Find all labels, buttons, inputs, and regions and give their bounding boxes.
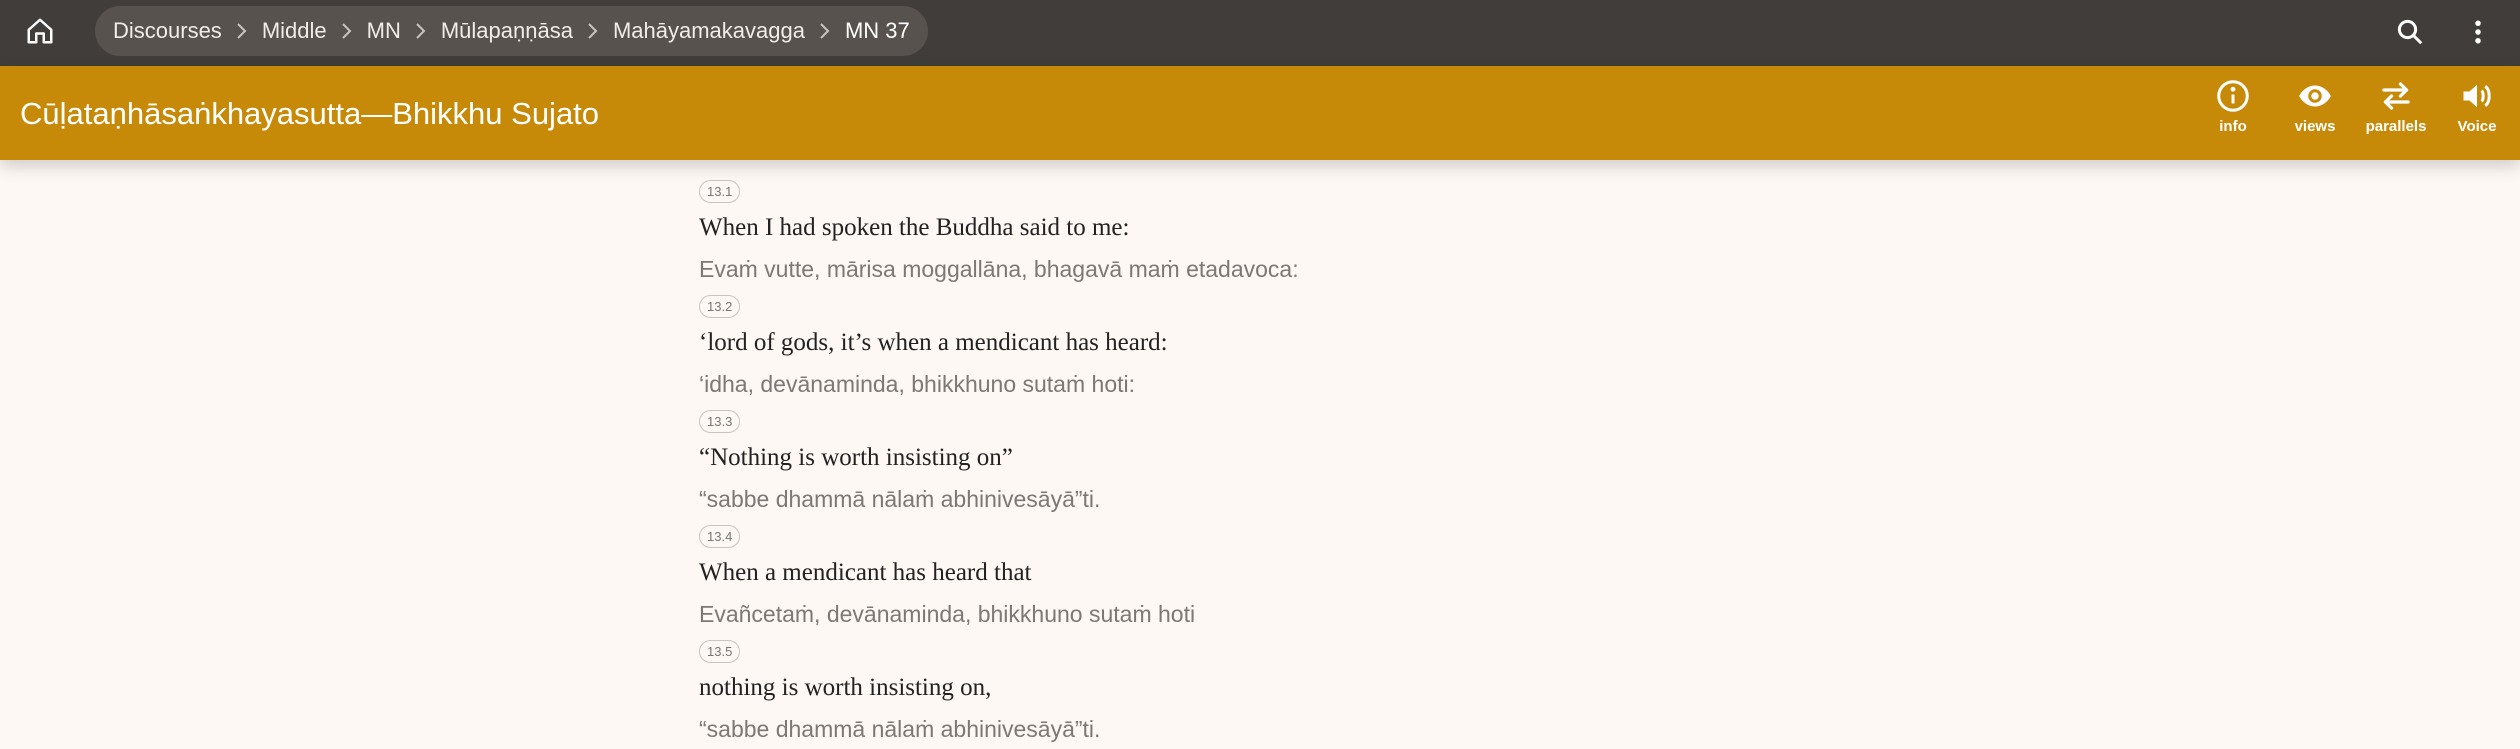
breadcrumb-discourses[interactable]: Discourses: [113, 18, 222, 44]
english-line: When a mendicant has heard that: [699, 559, 1032, 586]
pali-line: Evaṁ vutte, mārisa moggallāna, bhagavā m…: [699, 256, 1299, 282]
pali-line: “sabbe dhammā nālaṁ abhinivesāyā”ti.: [699, 486, 1101, 512]
segment: 13.5 nothing is worth insisting on, “sab…: [699, 640, 1599, 749]
more-vertical-icon[interactable]: [2456, 10, 2500, 54]
pali-line: ‘idha, devānaminda, bhikkhuno sutaṁ hoti…: [699, 371, 1136, 397]
segment: 13.1 When I had spoken the Buddha said t…: [699, 180, 1599, 295]
breadcrumb-middle[interactable]: Middle: [262, 18, 327, 44]
breadcrumb-mahayamakavagga[interactable]: Mahāyamakavagga: [613, 18, 805, 44]
top-app-bar: Discourses Middle MN Mūlapaṇṇāsa Mahāyam…: [0, 0, 2520, 66]
pali-line: Evañcetaṁ, devānaminda, bhikkhuno sutaṁ …: [699, 601, 1196, 627]
parallels-label: parallels: [2365, 118, 2427, 135]
search-icon[interactable]: [2388, 10, 2432, 54]
english-line: ‘lord of gods, it’s when a mendicant has…: [699, 329, 1168, 356]
top-actions: [2388, 10, 2500, 54]
info-label: info: [2219, 118, 2247, 135]
breadcrumb-mulapannasa[interactable]: Mūlapaṇṇāsa: [441, 18, 573, 44]
chevron-right-icon: [222, 6, 262, 56]
breadcrumb-current[interactable]: MN 37: [845, 18, 910, 44]
voice-button[interactable]: Voice: [2442, 78, 2512, 148]
swap-arrows-icon: [2382, 82, 2410, 110]
segment-id[interactable]: 13.3: [699, 410, 741, 433]
english-line: “Nothing is worth insisting on”: [699, 444, 1013, 471]
english-line: When I had spoken the Buddha said to me:: [699, 214, 1130, 241]
segment: 13.3 “Nothing is worth insisting on” “sa…: [699, 410, 1599, 525]
views-button[interactable]: views: [2280, 78, 2350, 148]
segment-id[interactable]: 13.1: [699, 180, 741, 203]
segment: 13.2 ‘lord of gods, it’s when a mendican…: [699, 295, 1599, 410]
segment-id[interactable]: 13.4: [699, 525, 741, 548]
page-title: Cūḷataṇhāsaṅkhayasutta—Bhikkhu Sujato: [20, 96, 600, 131]
chevron-right-icon: [401, 6, 441, 56]
chevron-right-icon: [327, 6, 367, 56]
segment-id[interactable]: 13.2: [699, 295, 741, 318]
pali-line: “sabbe dhammā nālaṁ abhinivesāyā”ti.: [699, 716, 1101, 742]
segment-id[interactable]: 13.5: [699, 640, 741, 663]
parallels-button[interactable]: parallels: [2361, 78, 2431, 148]
english-line: nothing is worth insisting on,: [699, 674, 992, 701]
breadcrumb-mn[interactable]: MN: [367, 18, 401, 44]
segment: 13.4 When a mendicant has heard that Eva…: [699, 525, 1599, 640]
chevron-right-icon: [573, 6, 613, 56]
info-icon: [2217, 80, 2249, 112]
voice-label: Voice: [2457, 118, 2497, 135]
views-label: views: [2294, 118, 2336, 135]
home-icon[interactable]: [22, 13, 58, 49]
chevron-right-icon: [805, 6, 845, 56]
eye-icon: [2299, 85, 2331, 107]
speaker-icon: [2463, 84, 2491, 108]
title-bar: Cūḷataṇhāsaṅkhayasutta—Bhikkhu Sujato in…: [0, 66, 2520, 160]
sutta-text: 13.1 When I had spoken the Buddha said t…: [699, 180, 1599, 749]
breadcrumb: Discourses Middle MN Mūlapaṇṇāsa Mahāyam…: [95, 6, 928, 56]
info-button[interactable]: info: [2198, 78, 2268, 148]
